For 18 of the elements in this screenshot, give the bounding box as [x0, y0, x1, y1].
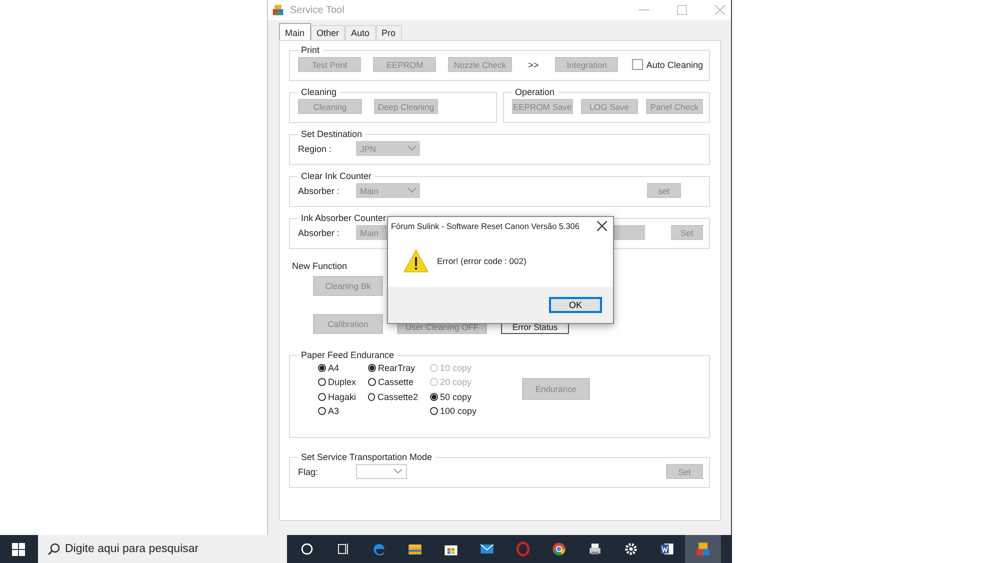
- group-title: Clear Ink Counter: [300, 171, 373, 181]
- dialog-title: Fórum Sulink - Software Reset Canon Versão 5.306: [391, 222, 580, 230]
- group-title: Set Service Transportation Mode: [300, 452, 434, 462]
- group-title: Operation: [514, 87, 556, 97]
- section-title: New Function: [292, 261, 348, 271]
- group-title: Cleaning: [300, 87, 338, 97]
- window-title: Service Tool: [290, 4, 344, 16]
- error-message: Error! (error code : 002): [437, 256, 526, 266]
- group-title: Ink Absorber Counter: [300, 213, 388, 223]
- field-label: Absorber :: [298, 186, 341, 196]
- group-title: Set Destination: [300, 129, 364, 139]
- group-title: Print: [300, 45, 321, 55]
- field-label: Region :: [298, 144, 333, 154]
- field-label: Flag:: [298, 466, 320, 476]
- group-title: Paper Feed Endurance: [300, 350, 396, 360]
- field-label: Absorber :: [298, 228, 341, 238]
- separator-text: >>: [527, 60, 540, 70]
- checkbox-label: Auto Cleaning: [646, 60, 703, 70]
